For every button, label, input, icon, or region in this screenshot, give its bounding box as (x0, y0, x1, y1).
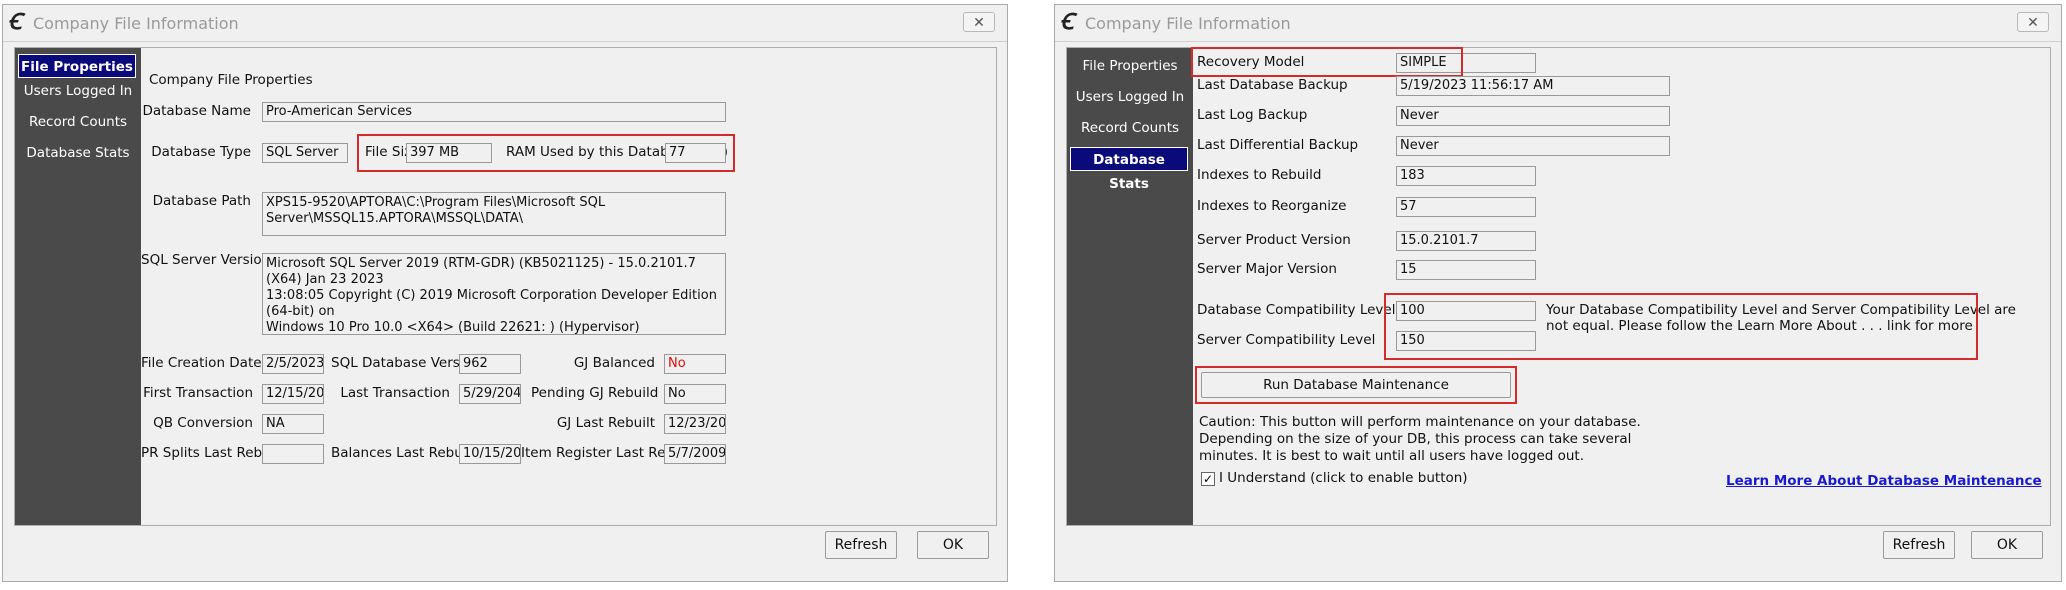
indexes-to-reorganize-field: 57 (1396, 197, 1536, 217)
window-title: Company File Information (1085, 14, 1291, 33)
learn-more-link[interactable]: Learn More About Database Maintenance (1726, 473, 2042, 489)
last-transaction-field: 5/29/2044 (459, 384, 521, 404)
last-log-backup-field: Never (1396, 106, 1670, 126)
indexes-to-rebuild-field: 183 (1396, 166, 1536, 186)
highlight-compatibility (1384, 293, 1978, 360)
company-file-info-window-right: Ꞓ Company File Information ✕ File Proper… (1054, 4, 2062, 582)
first-transaction-label: First Transaction (143, 385, 253, 401)
caution-line: Depending on the size of your DB, this p… (1199, 431, 1632, 447)
refresh-button[interactable]: Refresh (1883, 531, 1955, 559)
sql-server-version-label: SQL Server Version (141, 252, 271, 268)
database-path-label: Database Path (152, 193, 251, 209)
caution-line: minutes. It is best to wait until all us… (1199, 448, 1585, 464)
company-file-info-window-left: Ꞓ Company File Information ✕ File Proper… (2, 4, 1008, 582)
balances-last-rebuilt-field: 10/15/2016 (459, 444, 521, 464)
company-file-icon: Ꞓ (8, 9, 22, 35)
server-compatibility-level-label: Server Compatibility Level (1197, 332, 1376, 348)
sql-database-version-label: SQL Database Verson (331, 355, 477, 371)
sidebar-item-record-counts[interactable]: Record Counts (1067, 116, 1193, 140)
database-stats-panel: File Properties Users Logged In Record C… (1066, 47, 2051, 526)
sql-database-version-field: 962 (459, 354, 521, 374)
close-button[interactable]: ✕ (963, 12, 995, 32)
server-major-version-field: 15 (1396, 260, 1536, 280)
server-product-version-field: 15.0.2101.7 (1396, 231, 1536, 251)
gj-balanced-label: GJ Balanced (573, 355, 655, 371)
sql-version-line: Windows 10 Pro 10.0 <X64> (Build 22621: … (266, 320, 640, 335)
database-name-label: Database Name (142, 103, 251, 119)
item-register-last-rebuilt-field: 5/7/2009 (664, 444, 726, 464)
caution-text: Caution: This button will perform mainte… (1199, 414, 1641, 465)
indexes-to-rebuild-label: Indexes to Rebuild (1197, 167, 1322, 183)
pr-splits-last-rebuilt-label: PR Splits Last Rebuilt (141, 445, 284, 461)
pending-gj-rebuild-field: No (664, 384, 726, 404)
pending-gj-rebuild-label: Pending GJ Rebuild (531, 385, 659, 401)
section-title: Company File Properties (149, 72, 313, 88)
ok-button[interactable]: OK (917, 531, 989, 559)
sidebar-nav: File Properties Users Logged In Record C… (1067, 48, 1193, 525)
file-creation-date-field: 2/5/2023 (262, 354, 324, 374)
highlight-recovery-model (1191, 47, 1463, 77)
server-major-version-label: Server Major Version (1197, 261, 1337, 277)
qb-conversion-field: NA (262, 414, 324, 434)
sidebar-item-users-logged-in[interactable]: Users Logged In (15, 79, 141, 103)
sql-server-version-field: Microsoft SQL Server 2019 (RTM-GDR) (KB5… (262, 253, 726, 335)
sidebar-item-file-properties[interactable]: File Properties (18, 54, 136, 78)
last-database-backup-field: 5/19/2023 11:56:17 AM (1396, 76, 1670, 96)
last-log-backup-label: Last Log Backup (1197, 107, 1308, 123)
title-bar: Ꞓ Company File Information ✕ (1055, 5, 2061, 42)
balances-last-rebuilt-label: Balances Last Rebuilt (331, 445, 476, 461)
database-type-field: SQL Server (262, 143, 348, 163)
last-differential-backup-label: Last Differential Backup (1197, 137, 1359, 153)
sql-version-line: Microsoft SQL Server 2019 (RTM-GDR) (KB5… (266, 256, 696, 287)
understand-checkbox[interactable]: ✓ (1201, 472, 1215, 486)
item-register-last-rebuilt-label: Item Register Last Rebuilt (521, 445, 696, 461)
close-button[interactable]: ✕ (2017, 12, 2049, 32)
window-title: Company File Information (33, 14, 239, 33)
title-bar: Ꞓ Company File Information ✕ (3, 5, 1007, 42)
properties-panel: File Properties Users Logged In Record C… (14, 47, 997, 526)
sidebar-item-database-stats[interactable]: Database Stats (1070, 147, 1188, 192)
database-stats-content: Recovery Model SIMPLE Last Database Back… (1191, 47, 2050, 525)
sidebar-item-users-logged-in[interactable]: Users Logged In (1067, 85, 1193, 109)
sidebar-item-record-counts[interactable]: Record Counts (15, 110, 141, 134)
indexes-to-reorganize-label: Indexes to Reorganize (1197, 198, 1347, 214)
highlight-maintenance-button (1195, 366, 1517, 404)
refresh-button[interactable]: Refresh (825, 531, 897, 559)
database-compatibility-level-label: Database Compatibility Level (1197, 302, 1396, 318)
last-database-backup-label: Last Database Backup (1197, 77, 1348, 93)
server-product-version-label: Server Product Version (1197, 232, 1351, 248)
highlight-file-size (357, 134, 735, 172)
pr-splits-last-rebuilt-field (262, 444, 324, 464)
last-differential-backup-field: Never (1396, 136, 1670, 156)
company-file-icon: Ꞓ (1060, 9, 1074, 35)
database-name-field: Pro-American Services (262, 102, 726, 122)
gj-balanced-field: No (664, 354, 726, 374)
first-transaction-field: 12/15/2000 (262, 384, 324, 404)
gj-last-rebuilt-label: GJ Last Rebuilt (556, 415, 655, 431)
last-transaction-label: Last Transaction (340, 385, 450, 401)
qb-conversion-label: QB Conversion (153, 415, 253, 431)
sql-version-line: 13:08:05 Copyright (C) 2019 Microsoft Co… (266, 288, 717, 319)
sidebar-item-file-properties[interactable]: File Properties (1067, 54, 1193, 78)
database-path-field: XPS15-9520\APTORA\C:\Program Files\Micro… (262, 192, 726, 236)
sidebar-nav: File Properties Users Logged In Record C… (15, 48, 141, 525)
file-properties-content: Company File Properties Database Name Pr… (141, 48, 996, 525)
gj-last-rebuilt-field: 12/23/2020 (664, 414, 726, 434)
caution-line: Caution: This button will perform mainte… (1199, 414, 1641, 430)
understand-label: I Understand (click to enable button) (1219, 470, 1468, 486)
database-type-label: Database Type (151, 144, 251, 160)
file-creation-date-label: File Creation Date (141, 355, 262, 371)
ok-button[interactable]: OK (1971, 531, 2043, 559)
sidebar-item-database-stats[interactable]: Database Stats (15, 141, 141, 165)
